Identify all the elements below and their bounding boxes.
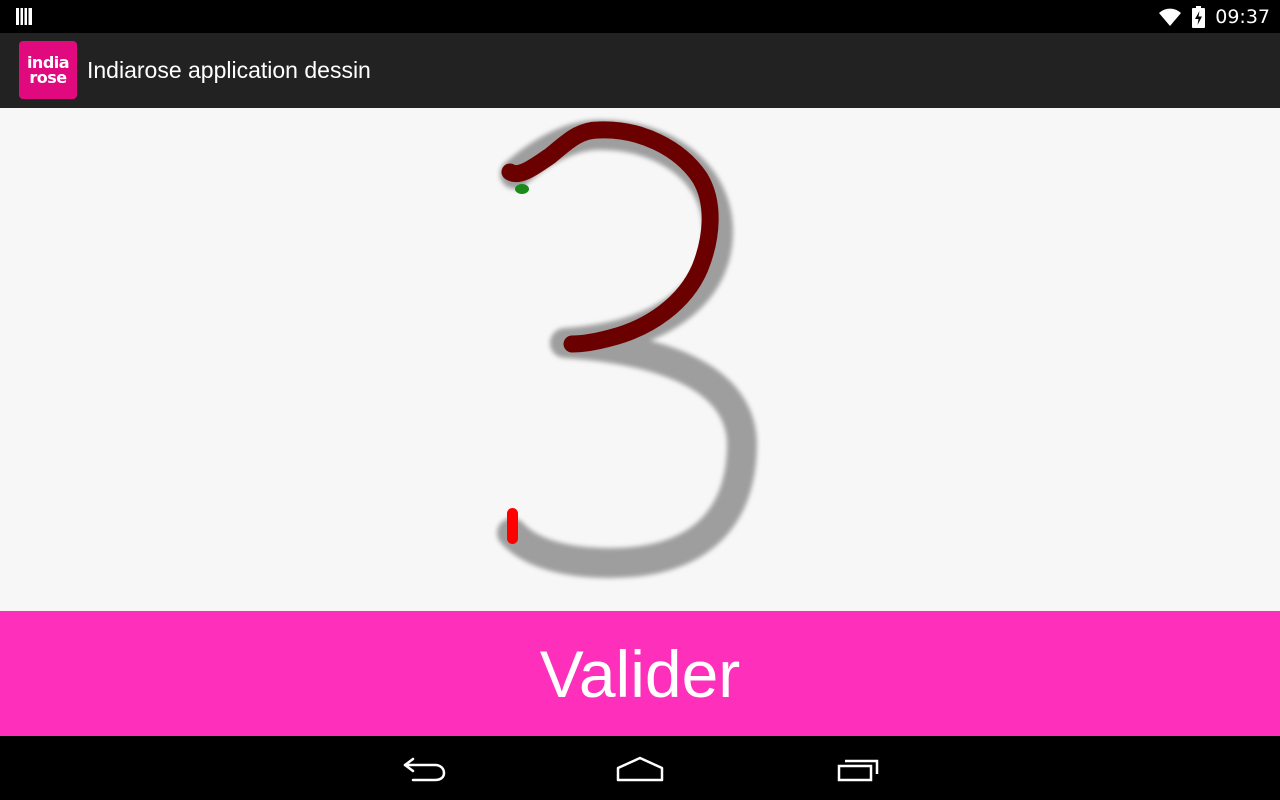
battery-charging-icon [1192, 5, 1206, 28]
app-title: Indiarose application dessin [87, 57, 371, 83]
status-time: 09:37 [1215, 5, 1270, 28]
status-icons: 09:37 [1158, 0, 1270, 33]
navigation-bar [0, 736, 1280, 800]
recent-apps-button[interactable] [827, 752, 887, 786]
home-icon [616, 756, 664, 782]
drawing-canvas[interactable] [0, 108, 1280, 611]
screen: 09:37 india rose Indiarose application d… [0, 0, 1280, 800]
drawing-surface[interactable] [0, 108, 1280, 611]
status-bar: 09:37 [0, 0, 1280, 33]
back-icon [403, 757, 446, 782]
app-logo-line2: rose [29, 68, 67, 87]
back-button[interactable] [394, 752, 454, 786]
recent-apps-icon [837, 759, 879, 782]
wifi-icon [1159, 8, 1182, 26]
action-bar: india rose Indiarose application dessin [0, 33, 1280, 108]
validate-button[interactable]: Valider [0, 611, 1280, 736]
notification-icon [16, 8, 32, 25]
end-marker [507, 508, 518, 544]
start-marker [515, 184, 529, 194]
app-logo-icon[interactable]: india rose [19, 41, 77, 99]
home-button[interactable] [610, 752, 670, 786]
